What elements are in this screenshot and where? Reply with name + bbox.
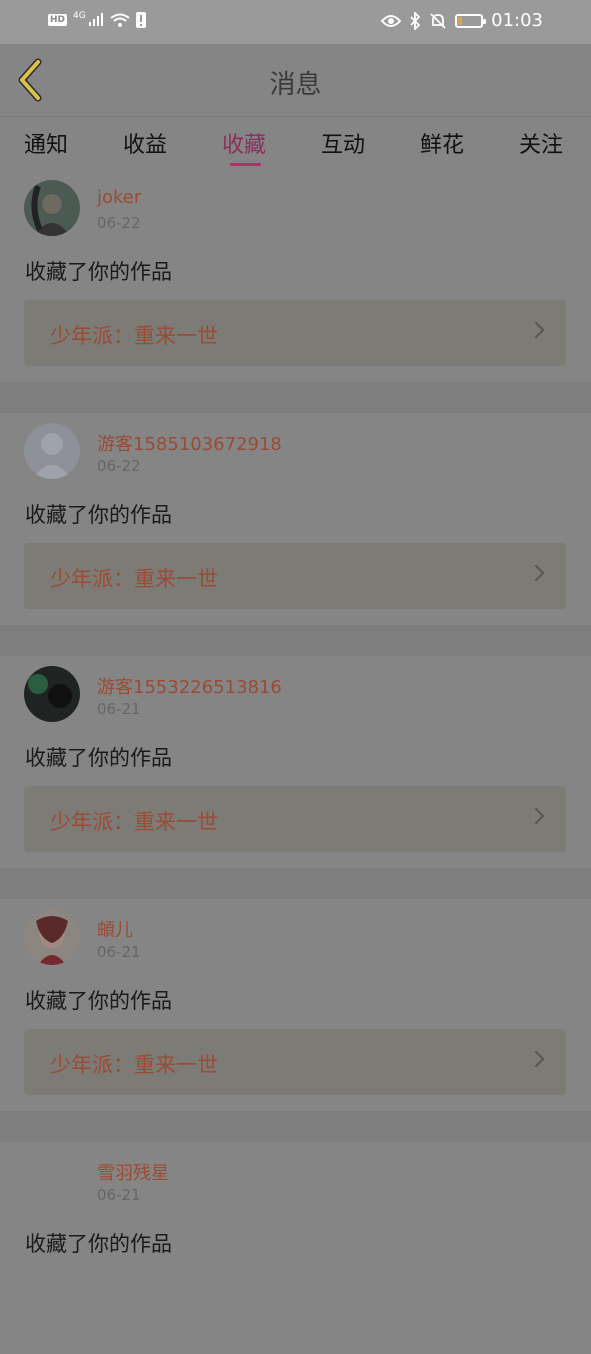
date: 06-22 bbox=[97, 457, 141, 475]
list-item: 頔儿 06-21 收藏了你的作品 少年派：重来一世 bbox=[0, 899, 591, 1111]
active-tab-indicator bbox=[230, 163, 261, 166]
username[interactable]: joker bbox=[97, 187, 141, 208]
work-link[interactable]: 少年派：重来一世 bbox=[24, 543, 566, 609]
status-left: HD 4G bbox=[48, 11, 146, 28]
username[interactable]: 游客1585103672918 bbox=[97, 430, 282, 456]
separator bbox=[0, 868, 591, 899]
username[interactable]: 頔儿 bbox=[97, 916, 133, 942]
header: 消息 bbox=[0, 44, 591, 117]
tab-earnings[interactable]: 收益 bbox=[123, 127, 167, 159]
status-right: 01:03 bbox=[381, 10, 543, 31]
favorites-list: joker 06-22 收藏了你的作品 少年派：重来一世 游客158510367… bbox=[0, 170, 591, 1354]
alert-icon bbox=[135, 12, 146, 28]
separator bbox=[0, 625, 591, 656]
username[interactable]: 雪羽残星 bbox=[97, 1159, 169, 1185]
chevron-right-icon bbox=[527, 564, 545, 582]
work-link[interactable]: 少年派：重来一世 bbox=[24, 786, 566, 852]
message-text: 收藏了你的作品 bbox=[25, 503, 172, 527]
separator bbox=[0, 382, 591, 413]
work-link[interactable]: 少年派：重来一世 bbox=[24, 1029, 566, 1095]
list-item: joker 06-22 收藏了你的作品 少年派：重来一世 bbox=[0, 170, 591, 382]
date: 06-22 bbox=[97, 214, 141, 232]
tab-notification[interactable]: 通知 bbox=[24, 127, 68, 159]
list-item: 游客1553226513816 06-21 收藏了你的作品 少年派：重来一世 bbox=[0, 656, 591, 868]
avatar[interactable] bbox=[24, 909, 80, 965]
bluetooth-icon bbox=[410, 11, 421, 30]
tab-bar: 通知 收益 收藏 互动 鲜花 关注 bbox=[0, 117, 591, 169]
work-title: 少年派：重来一世 bbox=[50, 567, 218, 591]
date: 06-21 bbox=[97, 1186, 141, 1204]
tab-interaction[interactable]: 互动 bbox=[321, 127, 365, 159]
username[interactable]: 游客1553226513816 bbox=[97, 673, 282, 699]
network-label: 4G bbox=[73, 11, 86, 21]
avatar[interactable] bbox=[24, 666, 80, 722]
tab-following[interactable]: 关注 bbox=[519, 127, 563, 159]
mute-bell-icon bbox=[430, 12, 446, 29]
tab-flowers[interactable]: 鲜花 bbox=[420, 127, 464, 159]
hd-icon: HD bbox=[48, 14, 68, 26]
eye-icon bbox=[381, 14, 402, 27]
message-text: 收藏了你的作品 bbox=[25, 260, 172, 284]
list-item: 游客1585103672918 06-22 收藏了你的作品 少年派：重来一世 bbox=[0, 413, 591, 625]
chevron-right-icon bbox=[527, 1050, 545, 1068]
tab-favorites[interactable]: 收藏 bbox=[222, 127, 266, 159]
chevron-right-icon bbox=[527, 321, 545, 339]
message-text: 收藏了你的作品 bbox=[25, 989, 172, 1013]
signal-icon bbox=[88, 13, 103, 26]
separator bbox=[0, 1111, 591, 1142]
wifi-icon bbox=[110, 13, 130, 27]
battery-icon bbox=[455, 13, 487, 28]
avatar[interactable] bbox=[24, 423, 80, 479]
date: 06-21 bbox=[97, 700, 141, 718]
work-title: 少年派：重来一世 bbox=[50, 810, 218, 834]
status-bar: HD 4G 01:03 bbox=[0, 0, 591, 44]
work-link[interactable]: 少年派：重来一世 bbox=[24, 300, 566, 366]
date: 06-21 bbox=[97, 943, 141, 961]
message-text: 收藏了你的作品 bbox=[25, 746, 172, 770]
chevron-right-icon bbox=[527, 807, 545, 825]
work-title: 少年派：重来一世 bbox=[50, 1053, 218, 1077]
page-title: 消息 bbox=[269, 70, 322, 100]
message-text: 收藏了你的作品 bbox=[25, 1232, 172, 1256]
work-title: 少年派：重来一世 bbox=[50, 324, 218, 348]
avatar[interactable] bbox=[24, 180, 80, 236]
list-item: 雪羽残星 06-21 收藏了你的作品 bbox=[0, 1142, 591, 1354]
battery-level bbox=[458, 16, 463, 25]
clock: 01:03 bbox=[491, 10, 543, 31]
